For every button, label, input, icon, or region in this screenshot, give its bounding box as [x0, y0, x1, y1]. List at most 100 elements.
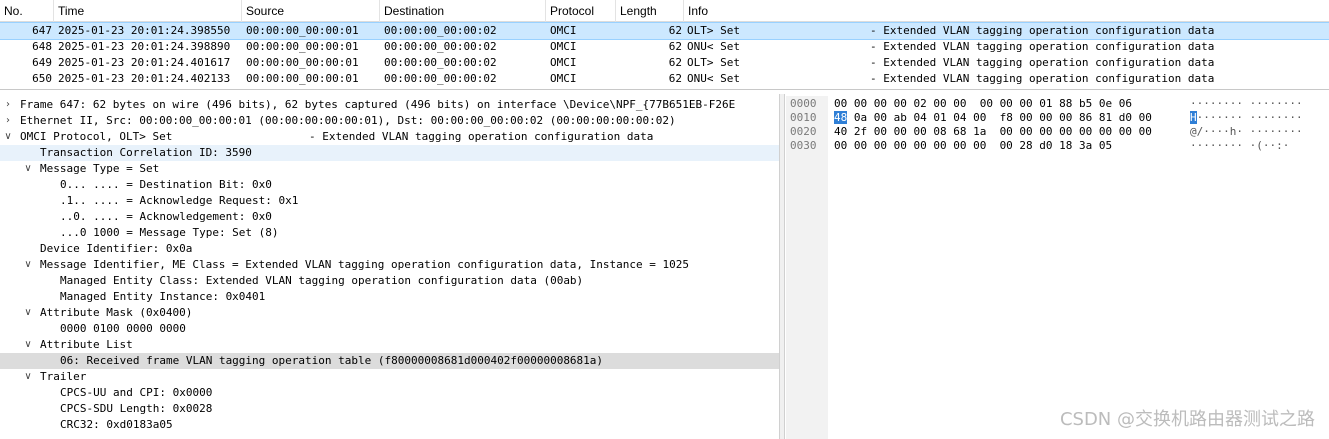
chevron-right-icon[interactable]: › [2, 97, 14, 113]
tree-item-cpcs-sdu-length[interactable]: CPCS-SDU Length: 0x0028 [0, 401, 779, 417]
chevron-down-icon[interactable]: ∨ [22, 337, 34, 353]
pane-splitter[interactable] [779, 94, 785, 439]
tree-item-message-type-value[interactable]: ...0 1000 = Message Type: Set (8) [0, 225, 779, 241]
bytes-ascii[interactable]: H······· ········ [1190, 111, 1303, 125]
tree-item-label: CPCS-SDU Length: 0x0028 [60, 402, 213, 415]
tree-item-attribute-06[interactable]: 06: Received frame VLAN tagging operatio… [0, 353, 779, 369]
tree-item-label: Attribute Mask (0x0400) [40, 306, 193, 319]
bytes-ascii-selected[interactable]: H [1190, 111, 1197, 124]
bytes-ascii[interactable]: @/····h· ········ [1190, 125, 1303, 139]
tree-item-label: .1.. .... = Acknowledge Request: 0x1 [60, 194, 299, 207]
bytes-ascii[interactable]: ········ ········ [1190, 97, 1303, 111]
tree-item-device-identifier[interactable]: Device Identifier: 0x0a [0, 241, 779, 257]
bytes-row[interactable]: 0000 00 00 00 00 02 00 00 00 00 00 01 88… [786, 97, 1329, 111]
chevron-down-icon[interactable]: ∨ [22, 161, 34, 177]
bytes-row[interactable]: 0010 48 0a 00 ab 04 01 04 00 f8 00 00 00… [786, 111, 1329, 125]
chevron-down-icon[interactable]: ∨ [22, 369, 34, 385]
packet-bytes-pane[interactable]: 0000 00 00 00 00 02 00 00 00 00 00 01 88… [786, 96, 1329, 439]
packet-info: ONU< Set [687, 72, 740, 85]
bytes-row[interactable]: 0020 40 2f 00 00 00 08 68 1a 00 00 00 00… [786, 125, 1329, 139]
packet-protocol: OMCI [550, 24, 577, 37]
packet-no: 648 [32, 40, 52, 53]
bytes-hex[interactable]: 48 0a 00 ab 04 01 04 00 f8 00 00 00 86 8… [834, 111, 1152, 125]
bytes-offset: 0020 [790, 125, 817, 138]
bytes-row[interactable]: 0030 00 00 00 00 00 00 00 00 00 28 d0 18… [786, 139, 1329, 153]
tree-item-label: CPCS-UU and CPI: 0x0000 [60, 386, 213, 399]
tree-item-message-identifier[interactable]: ∨ Message Identifier, ME Class = Extende… [0, 257, 779, 273]
column-header-destination[interactable]: Destination [380, 0, 546, 22]
packet-list[interactable]: No. Time Source Destination Protocol Len… [0, 0, 1329, 90]
chevron-down-icon[interactable]: ∨ [2, 129, 14, 145]
tree-item-label: 0... .... = Destination Bit: 0x0 [60, 178, 272, 191]
bytes-offset: 0010 [790, 111, 817, 124]
column-header-length[interactable]: Length [616, 0, 684, 22]
tree-item-label: Message Type = Set [40, 162, 160, 175]
packet-time: 2025-01-23 20:01:24.402133 [58, 72, 231, 85]
tree-item-ethernet[interactable]: › Ethernet II, Src: 00:00:00_00:00:01 (0… [0, 113, 779, 129]
packet-source: 00:00:00_00:00:01 [246, 24, 359, 37]
packet-no: 650 [32, 72, 52, 85]
tree-item-transaction-id[interactable]: Transaction Correlation ID: 3590 [0, 145, 779, 161]
packet-source: 00:00:00_00:00:01 [246, 72, 359, 85]
tree-item-frame[interactable]: › Frame 647: 62 bytes on wire (496 bits)… [0, 97, 779, 113]
bytes-ascii[interactable]: ········ ·(··:· [1190, 139, 1289, 153]
packet-no: 649 [32, 56, 52, 69]
tree-item-attribute-mask-bits[interactable]: 0000 0100 0000 0000 [0, 321, 779, 337]
tree-item-label: OMCI Protocol, OLT> Set [20, 130, 173, 143]
tree-item-crc32[interactable]: CRC32: 0xd0183a05 [0, 417, 779, 433]
packet-row[interactable]: 650 2025-01-23 20:01:24.402133 00:00:00_… [0, 71, 1329, 87]
tree-item-me-instance[interactable]: Managed Entity Instance: 0x0401 [0, 289, 779, 305]
bytes-hex-rest[interactable]: 0a 00 ab 04 01 04 00 f8 00 00 00 86 81 d… [847, 111, 1152, 124]
tree-item-trailer[interactable]: ∨ Trailer [0, 369, 779, 385]
packet-length: 62 [668, 56, 682, 69]
packet-destination: 00:00:00_00:00:02 [384, 72, 497, 85]
bytes-ascii-rest[interactable]: ······· ········ [1197, 111, 1303, 124]
tree-item-label: Attribute List [40, 338, 133, 351]
column-header-source[interactable]: Source [242, 0, 380, 22]
packet-info-detail: - Extended VLAN tagging operation config… [870, 56, 1215, 69]
tree-item-message-type[interactable]: ∨ Message Type = Set [0, 161, 779, 177]
packet-no: 647 [32, 24, 52, 37]
packet-time: 2025-01-23 20:01:24.398550 [58, 24, 231, 37]
packet-time: 2025-01-23 20:01:24.398890 [58, 40, 231, 53]
packet-row[interactable]: 647 2025-01-23 20:01:24.398550 00:00:00_… [0, 22, 1329, 40]
tree-item-ack-request[interactable]: .1.. .... = Acknowledge Request: 0x1 [0, 193, 779, 209]
chevron-down-icon[interactable]: ∨ [22, 257, 34, 273]
column-header-protocol[interactable]: Protocol [546, 0, 616, 22]
packet-length: 62 [668, 40, 682, 53]
packet-details-tree[interactable]: › Frame 647: 62 bytes on wire (496 bits)… [0, 96, 779, 439]
packet-info: OLT> Set [687, 24, 740, 37]
packet-protocol: OMCI [550, 72, 577, 85]
tree-item-omci[interactable]: ∨ OMCI Protocol, OLT> Set - Extended VLA… [0, 129, 779, 145]
chevron-right-icon[interactable]: › [2, 113, 14, 129]
tree-item-attribute-mask[interactable]: ∨ Attribute Mask (0x0400) [0, 305, 779, 321]
tree-item-label: 0000 0100 0000 0000 [60, 322, 186, 335]
packet-list-header: No. Time Source Destination Protocol Len… [0, 0, 1329, 22]
tree-item-cpcs-uu[interactable]: CPCS-UU and CPI: 0x0000 [0, 385, 779, 401]
packet-row[interactable]: 649 2025-01-23 20:01:24.401617 00:00:00_… [0, 55, 1329, 71]
bytes-offset: 0000 [790, 97, 817, 110]
packet-time: 2025-01-23 20:01:24.401617 [58, 56, 231, 69]
watermark: CSDN @交换机路由器测试之路 [1059, 409, 1315, 430]
column-header-info[interactable]: Info [684, 0, 1329, 22]
column-header-time[interactable]: Time [54, 0, 242, 22]
packet-source: 00:00:00_00:00:01 [246, 56, 359, 69]
tree-item-label: Frame 647: 62 bytes on wire (496 bits), … [20, 98, 736, 111]
tree-item-label: Trailer [40, 370, 87, 383]
tree-item-attribute-list[interactable]: ∨ Attribute List [0, 337, 779, 353]
bytes-hex-selected[interactable]: 48 [834, 111, 848, 124]
tree-item-destination-bit[interactable]: 0... .... = Destination Bit: 0x0 [0, 177, 779, 193]
packet-destination: 00:00:00_00:00:02 [384, 40, 497, 53]
packet-info: ONU< Set [687, 40, 740, 53]
chevron-down-icon[interactable]: ∨ [22, 305, 34, 321]
column-header-no[interactable]: No. [0, 0, 54, 22]
bytes-hex[interactable]: 00 00 00 00 00 00 00 00 00 28 d0 18 3a 0… [834, 139, 1112, 153]
packet-info: OLT> Set [687, 56, 740, 69]
bytes-hex[interactable]: 40 2f 00 00 00 08 68 1a 00 00 00 00 00 0… [834, 125, 1152, 139]
packet-row[interactable]: 648 2025-01-23 20:01:24.398890 00:00:00_… [0, 39, 1329, 55]
tree-item-me-class[interactable]: Managed Entity Class: Extended VLAN tagg… [0, 273, 779, 289]
tree-item-acknowledgement[interactable]: ..0. .... = Acknowledgement: 0x0 [0, 209, 779, 225]
tree-item-label: Managed Entity Instance: 0x0401 [60, 290, 266, 303]
tree-item-label: Managed Entity Class: Extended VLAN tagg… [60, 274, 584, 287]
bytes-hex[interactable]: 00 00 00 00 02 00 00 00 00 00 01 88 b5 0… [834, 97, 1132, 111]
